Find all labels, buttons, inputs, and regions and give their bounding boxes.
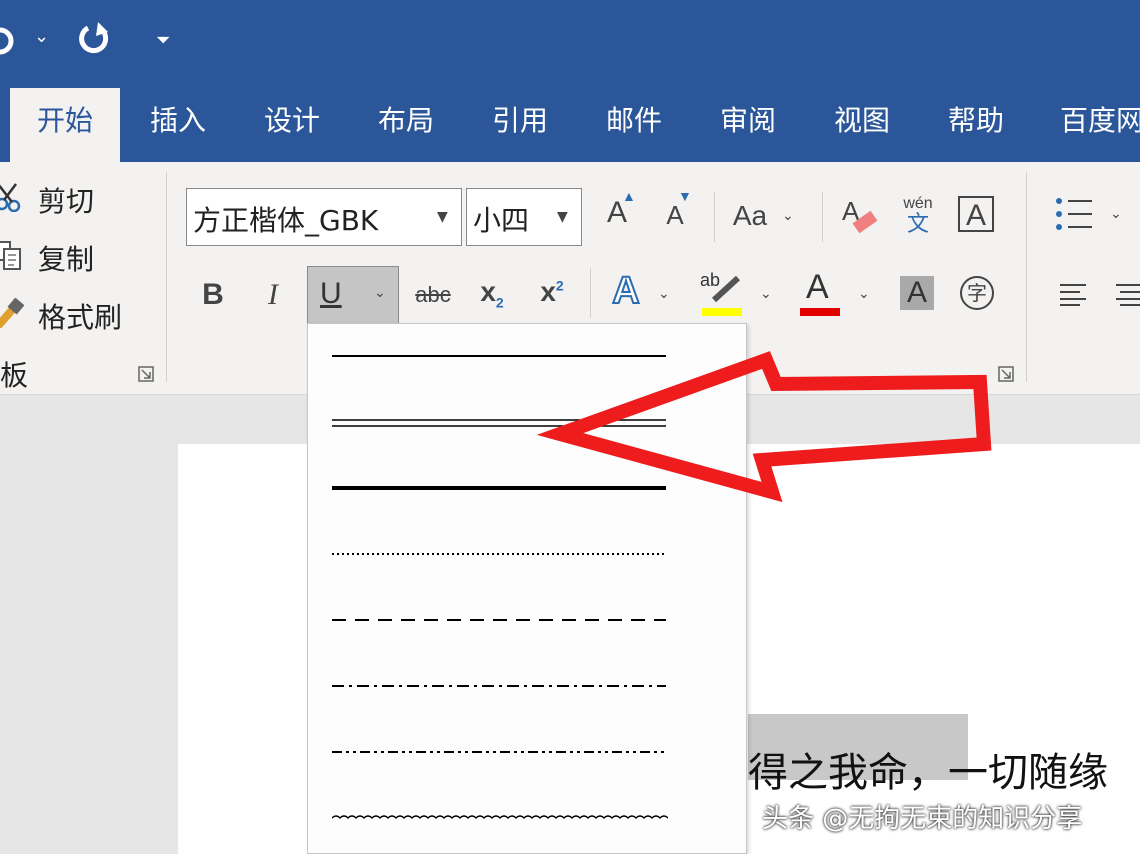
red-arrow-annotation <box>536 351 992 503</box>
